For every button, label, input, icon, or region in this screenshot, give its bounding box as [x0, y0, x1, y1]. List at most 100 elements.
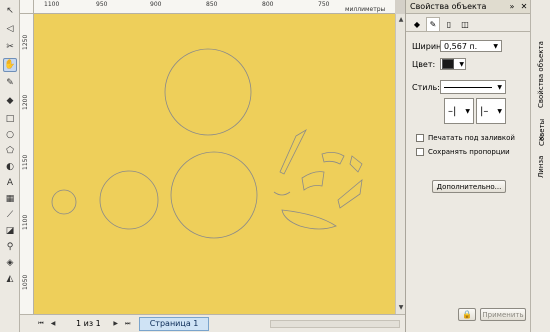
tab-object-properties[interactable]: Свойства объекта: [534, 8, 548, 108]
print-behind-fill-label: Печатать под заливкой: [428, 134, 515, 142]
docker-titlebar: Свойства объекта » ✕: [406, 0, 530, 14]
start-arrow-select[interactable]: –| ▼: [444, 98, 474, 124]
freehand-tool-icon[interactable]: ✎: [3, 76, 17, 90]
width-label: Ширина:: [412, 41, 449, 51]
outline-tab-icon[interactable]: ✎: [426, 17, 440, 31]
tab-hints-label: Советы: [538, 118, 546, 146]
chevron-down-icon: ▼: [497, 107, 502, 115]
chevron-down-icon: ▼: [497, 83, 502, 91]
prev-page-icon[interactable]: ◀: [48, 319, 58, 329]
drawing-canvas[interactable]: [34, 14, 395, 314]
chevron-down-icon: ▼: [465, 107, 470, 115]
circle-small[interactable]: [51, 189, 77, 215]
chevron-down-icon: ▼: [493, 42, 498, 50]
fragment-4[interactable]: [301, 171, 325, 191]
text-tool-icon[interactable]: A: [3, 176, 17, 190]
circle-large[interactable]: [170, 151, 258, 239]
crop-tool-icon[interactable]: ✂: [3, 40, 17, 54]
ruler-left-tick: 1150: [22, 154, 29, 170]
lock-button[interactable]: 🔒: [458, 308, 476, 321]
fragment-5[interactable]: [337, 179, 363, 209]
toolbox: ↖ ◁ ✂ ✋ ✎ ◆ □ ○ ⬠ ◐ A ▦ ⟋ ◪ ⚲ ◈ ◭: [0, 0, 20, 332]
color-picker[interactable]: ▼: [440, 58, 466, 70]
docker-title: Свойства объекта: [410, 2, 487, 11]
ruler-top-tick: 750: [318, 1, 330, 8]
width-value: 0,567 п.: [444, 41, 478, 51]
arrowhead-left-icon: –|: [448, 105, 457, 117]
fragment-half-disc[interactable]: [281, 209, 337, 230]
docker-minimize-icon[interactable]: »: [506, 2, 518, 11]
first-page-icon[interactable]: ⏮: [36, 319, 46, 329]
ruler-left[interactable]: 1250 1200 1150 1100 1050: [20, 14, 34, 314]
ruler-top-tick: 800: [262, 1, 274, 8]
circle-medium[interactable]: [99, 170, 159, 230]
ellipse-tool-icon[interactable]: ○: [3, 128, 17, 142]
ruler-top-tick: 1100: [44, 1, 60, 8]
color-row: Цвет: ▼: [412, 58, 466, 70]
ruler-unit: миллиметры: [345, 6, 386, 13]
drawing-shapes: [51, 48, 363, 239]
color-label: Цвет:: [412, 59, 436, 69]
ruler-corner[interactable]: [20, 0, 34, 14]
style-row: Стиль: ▼: [412, 80, 506, 94]
basic-shapes-icon[interactable]: ◐: [3, 160, 17, 174]
keep-proportions-checkbox[interactable]: [416, 148, 424, 156]
tab-lens[interactable]: Линза: [534, 148, 548, 178]
polygon-tool-icon[interactable]: ⬠: [3, 144, 17, 158]
scroll-down-icon[interactable]: ▼: [397, 304, 405, 312]
lock-icon: 🔒: [462, 310, 472, 319]
interactive-fill-icon[interactable]: ◭: [3, 272, 17, 286]
smart-fill-icon[interactable]: ◆: [3, 94, 17, 108]
keep-proportions-row[interactable]: Сохранять пропорции: [416, 148, 510, 156]
ruler-left-tick: 1200: [22, 94, 29, 110]
ruler-top[interactable]: 1100 950 900 850 800 750 миллиметры: [20, 0, 395, 14]
object-properties-docker: Свойства объекта » ✕ ◆ ✎ ▯ ◫ Ширина: 0,5…: [405, 0, 530, 332]
fragment-arc-1[interactable]: [279, 128, 307, 175]
page-navigation-bar: ⏮ ◀ 1 из 1 ▶ ⏭ Страница 1: [20, 314, 405, 332]
eyedropper-icon[interactable]: ⚲: [3, 240, 17, 254]
end-arrow-select[interactable]: |– ▼: [476, 98, 506, 124]
last-page-icon[interactable]: ⏭: [123, 319, 133, 329]
shape-tool-icon[interactable]: ◁: [3, 22, 17, 36]
apply-button[interactable]: Применить: [480, 308, 526, 321]
close-icon[interactable]: ✕: [518, 2, 530, 11]
print-behind-fill-row[interactable]: Печатать под заливкой: [416, 134, 515, 142]
advanced-button[interactable]: Дополнительно...: [432, 180, 506, 193]
scroll-up-icon[interactable]: ▲: [397, 16, 405, 24]
docker-side-tabs: Свойства объекта ✕ Советы Линза: [530, 0, 550, 332]
fill-tab-icon[interactable]: ◆: [410, 17, 424, 31]
fragment-3[interactable]: [349, 155, 363, 173]
circle-top[interactable]: [164, 48, 252, 136]
fill-tool-icon[interactable]: ◪: [3, 224, 17, 238]
page-tab[interactable]: Страница 1: [138, 316, 210, 331]
ruler-left-tick: 1250: [22, 34, 29, 50]
next-page-icon[interactable]: ▶: [111, 319, 121, 329]
line-style-preview: [444, 86, 492, 88]
tab-object-properties-label: Свойства объекта: [537, 41, 545, 108]
horizontal-scrollbar[interactable]: [270, 320, 400, 328]
width-row: Ширина: 0,567 п. ▼: [412, 40, 502, 52]
table-tool-icon[interactable]: ▦: [3, 192, 17, 206]
docker-tabs: ◆ ✎ ▯ ◫: [406, 14, 530, 32]
ruler-left-tick: 1100: [22, 214, 29, 230]
color-swatch: [442, 59, 454, 69]
style-label: Стиль:: [412, 82, 440, 92]
arrowhead-right-icon: |–: [480, 105, 489, 117]
print-behind-fill-checkbox[interactable]: [416, 134, 424, 142]
internet-tab-icon[interactable]: ◫: [458, 17, 472, 31]
line-style-select[interactable]: ▼: [440, 80, 506, 94]
pick-tool-icon[interactable]: ↖: [3, 4, 17, 18]
dimension-tool-icon[interactable]: ⟋: [3, 208, 17, 222]
tab-hints[interactable]: Советы: [535, 118, 549, 146]
general-tab-icon[interactable]: ▯: [442, 17, 456, 31]
outline-tool-icon[interactable]: ◈: [3, 256, 17, 270]
vertical-scrollbar[interactable]: ▲ ▼: [395, 14, 405, 314]
ruler-left-tick: 1050: [22, 274, 29, 290]
page-counter: 1 из 1: [76, 319, 101, 328]
width-select[interactable]: 0,567 п. ▼: [440, 40, 502, 52]
fragment-2[interactable]: [321, 152, 345, 165]
rectangle-tool-icon[interactable]: □: [3, 112, 17, 126]
ruler-top-tick: 950: [96, 1, 108, 8]
zoom-tool-icon[interactable]: ✋: [3, 58, 17, 72]
fragment-curve[interactable]: [273, 191, 291, 196]
